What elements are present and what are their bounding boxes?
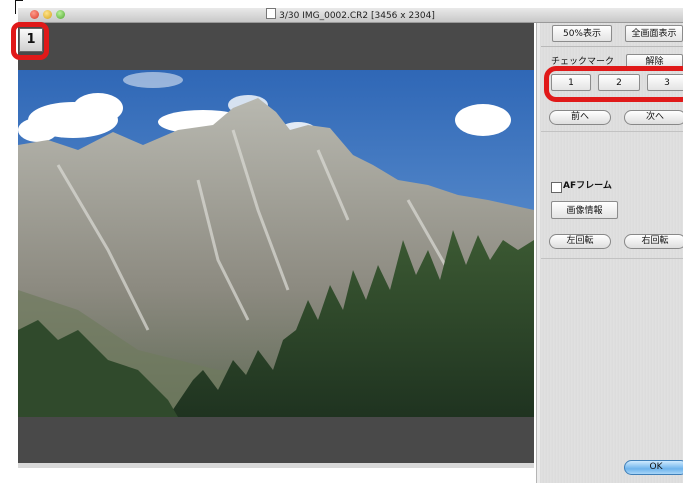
window-titlebar: 3/30 IMG_0002.CR2 [3456 x 2304] — [18, 8, 683, 23]
ok-button[interactable]: OK — [624, 460, 683, 475]
af-frame-checkbox[interactable] — [551, 182, 562, 193]
fit-screen-button[interactable]: 全画面表示 — [625, 25, 683, 42]
window-title-wrap: 3/30 IMG_0002.CR2 [3456 x 2304] — [18, 8, 683, 22]
viewer-scrollbar[interactable] — [18, 463, 534, 468]
rotate-left-button[interactable]: 左回転 — [549, 234, 611, 249]
panel-separator — [541, 46, 683, 47]
zoom-50-button[interactable]: 50%表示 — [552, 25, 612, 42]
previous-button[interactable]: 前へ — [549, 110, 611, 125]
callout-tick — [15, 0, 23, 1]
check-buttons-highlight-ring — [544, 66, 683, 102]
window-title: 3/30 IMG_0002.CR2 [3456 x 2304] — [279, 11, 435, 21]
af-frame-label: AFフレーム — [563, 181, 612, 191]
document-icon — [266, 8, 277, 19]
image-info-button[interactable]: 画像情報 — [551, 201, 618, 219]
panel-separator — [541, 258, 683, 259]
next-button[interactable]: 次へ — [624, 110, 683, 125]
rotate-right-button[interactable]: 右回転 — [624, 234, 683, 249]
badge-highlight-ring — [11, 22, 49, 60]
photo-image[interactable] — [18, 70, 534, 417]
panel-separator — [541, 131, 683, 132]
callout-line — [15, 0, 16, 14]
